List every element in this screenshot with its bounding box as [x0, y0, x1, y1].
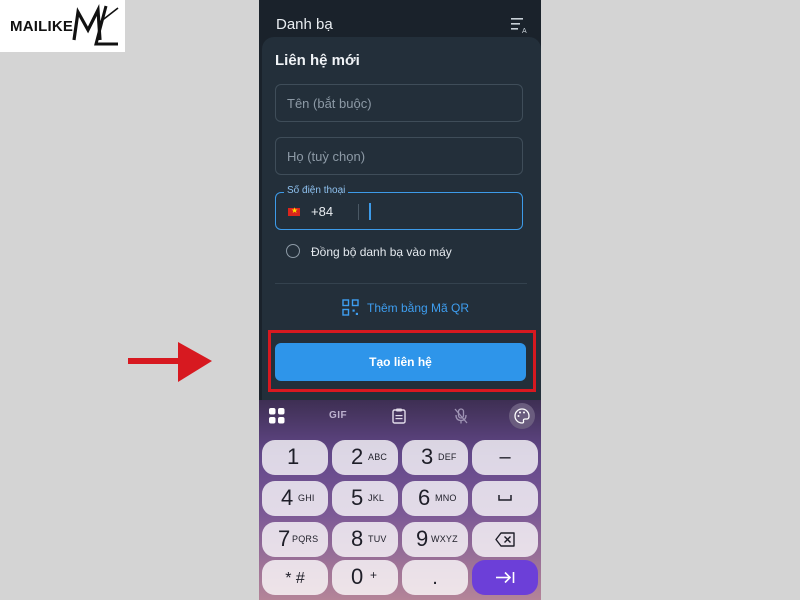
key-0[interactable]: 0 +	[332, 560, 398, 595]
key-3[interactable]: 3 DEF	[402, 440, 468, 475]
phone-field-label: Số điện thoại	[284, 185, 349, 196]
text-cursor	[369, 203, 371, 220]
key-digit: 7	[278, 526, 291, 551]
key-symbol: * #	[285, 570, 305, 587]
key-digit: 8	[351, 526, 364, 551]
key-letters: DEF	[438, 452, 457, 462]
key-letters: MNO	[435, 493, 457, 503]
key-minus[interactable]: –	[472, 440, 538, 475]
divider	[275, 283, 527, 284]
gif-button[interactable]: GIF	[329, 410, 347, 421]
first-name-field[interactable]: Tên (bắt buộc)	[275, 84, 523, 122]
sort-az-icon[interactable]: A	[511, 17, 529, 33]
key-digit: 1	[287, 444, 300, 469]
logo-text: MAILIKE	[10, 17, 74, 35]
space-icon	[498, 495, 512, 501]
palette-icon	[514, 408, 530, 424]
phone-number-field[interactable]: Số điện thoại ★ +84	[275, 185, 523, 230]
backspace-icon	[495, 532, 515, 547]
last-name-placeholder: Họ (tuỳ chọn)	[287, 149, 366, 164]
next-field-button[interactable]	[472, 560, 538, 595]
key-dot[interactable]: .	[402, 560, 468, 595]
keyboard-toolbar: GIF	[259, 400, 541, 434]
key-8[interactable]: 8 TUV	[332, 522, 398, 557]
contacts-header: Danh bạ A	[259, 0, 541, 40]
key-symbol: –	[499, 446, 511, 468]
mailike-logo: MAILIKE	[0, 0, 125, 52]
next-field-icon	[496, 571, 515, 584]
qr-code-icon	[342, 299, 359, 316]
key-digit: 5	[351, 485, 364, 510]
sync-radio[interactable]	[286, 244, 300, 258]
logo-mark	[72, 4, 119, 46]
palette-button[interactable]	[509, 403, 535, 429]
country-code[interactable]: +84	[311, 204, 333, 219]
sheet-title: Liên hệ mới	[275, 52, 360, 69]
key-digit: 0	[351, 564, 364, 589]
first-name-placeholder: Tên (bắt buộc)	[287, 96, 372, 111]
key-letters: PQRS	[292, 534, 319, 544]
field-divider	[358, 204, 359, 220]
new-contact-sheet: Liên hệ mới Tên (bắt buộc) Họ (tuỳ chọn)…	[262, 37, 541, 410]
key-letters: WXYZ	[431, 534, 458, 544]
vietnam-flag-icon[interactable]: ★	[288, 206, 300, 216]
key-2[interactable]: 2 ABC	[332, 440, 398, 475]
create-contact-button[interactable]: Tạo liên hệ	[275, 343, 526, 381]
key-symbol: .	[432, 567, 438, 589]
key-1[interactable]: 1	[262, 440, 328, 475]
key-star-hash[interactable]: * #	[262, 560, 328, 595]
key-digit: 9	[416, 526, 429, 551]
key-6[interactable]: 6 MNO	[402, 481, 468, 516]
key-7[interactable]: 7 PQRS	[262, 522, 328, 557]
key-letters: +	[370, 568, 378, 582]
key-letters: ABC	[368, 452, 388, 462]
sync-label: Đồng bộ danh bạ vào máy	[311, 245, 452, 259]
apps-grid-icon[interactable]	[269, 408, 285, 424]
svg-text:A: A	[522, 28, 527, 33]
key-letters: TUV	[368, 534, 387, 544]
key-letters: GHI	[298, 493, 315, 503]
key-digit: 2	[351, 444, 364, 469]
key-4[interactable]: 4 GHI	[262, 481, 328, 516]
mic-off-icon[interactable]	[454, 408, 468, 424]
key-digit: 3	[421, 444, 434, 469]
page-title: Danh bạ	[276, 16, 333, 33]
key-9[interactable]: 9 WXYZ	[402, 522, 468, 557]
key-digit: 6	[418, 485, 431, 510]
key-backspace[interactable]	[472, 522, 538, 557]
numeric-keyboard: GIF 1 2 ABC 3 DEF – 4 GHI 5 JKL 6 MNO 7 …	[259, 400, 541, 600]
key-space[interactable]	[472, 481, 538, 516]
key-letters: JKL	[368, 493, 385, 503]
last-name-field[interactable]: Họ (tuỳ chọn)	[275, 137, 523, 175]
phone-screen: Danh bạ A Liên hệ mới Tên (bắt buộc) Họ …	[259, 0, 541, 600]
key-5[interactable]: 5 JKL	[332, 481, 398, 516]
red-arrow-icon	[128, 342, 212, 382]
clipboard-icon[interactable]	[392, 408, 406, 424]
key-digit: 4	[281, 485, 294, 510]
qr-link-label: Thêm bằng Mã QR	[367, 301, 470, 315]
